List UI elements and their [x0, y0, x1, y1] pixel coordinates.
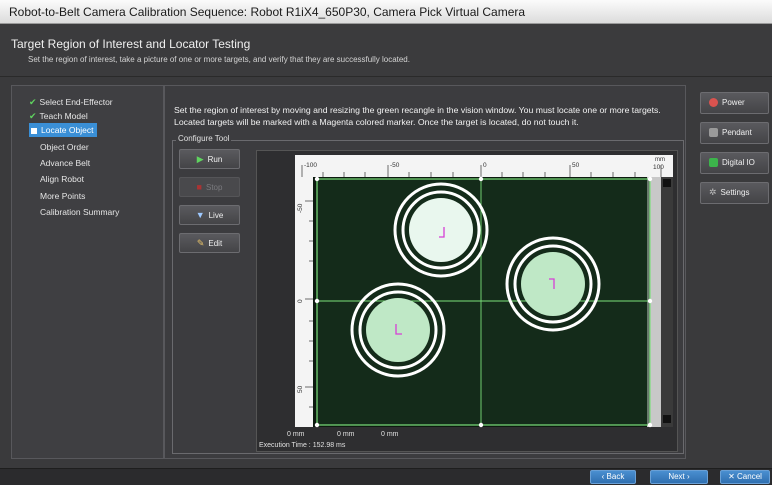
stop-icon: ■: [196, 182, 202, 192]
digital-io-label: Digital IO: [722, 158, 755, 167]
left-ruler-label: 50: [297, 385, 304, 393]
pendant-icon: [709, 128, 718, 138]
edit-icon: ✎: [196, 238, 205, 248]
pendant-button[interactable]: Pendant: [700, 122, 769, 144]
left-ruler-label: 0: [297, 299, 304, 303]
step-label: Object Order: [40, 142, 89, 152]
settings-label: Settings: [720, 188, 750, 197]
vision-window[interactable]: -100 -50 0 50 mm 100 -50 0 50 0 mm 0 mm …: [256, 150, 678, 452]
step-locate-object[interactable]: Locate Object: [29, 123, 98, 137]
coord-z-readout: 0 mm: [381, 431, 399, 438]
page-header: Target Region of Interest and Locator Te…: [0, 24, 772, 77]
current-step-icon: [31, 127, 37, 134]
scroll-up-arrow[interactable]: [663, 179, 671, 187]
configure-tool-label: Configure Tool: [176, 134, 232, 143]
step-label: More Points: [40, 191, 86, 201]
edit-button[interactable]: ✎ Edit: [179, 233, 240, 253]
power-label: Power: [722, 98, 745, 107]
next-label: Next: [668, 472, 685, 481]
power-icon: [709, 98, 718, 108]
window-title-bar: Robot-to-Belt Camera Calibration Sequenc…: [0, 0, 772, 24]
cancel-icon: ✕: [728, 472, 738, 481]
live-button-label: Live: [208, 211, 224, 220]
step-align-robot[interactable]: Align Robot: [40, 172, 84, 186]
digital-io-icon: [709, 158, 718, 168]
top-ruler-label: 0: [483, 162, 487, 169]
edit-button-label: Edit: [208, 239, 223, 248]
live-button[interactable]: ▼ Live: [179, 205, 240, 225]
step-label: Select End-Effector: [39, 97, 113, 107]
top-ruler-label: 100: [653, 164, 664, 171]
vertical-scrollbar[interactable]: [661, 177, 673, 427]
top-ruler-label: -100: [304, 162, 317, 169]
window-title: Robot-to-Belt Camera Calibration Sequenc…: [9, 5, 526, 19]
coord-x-readout: 0 mm: [287, 431, 305, 438]
step-label: Teach Model: [39, 111, 88, 121]
next-arrow-icon: ›: [684, 472, 690, 481]
camera-icon: ▼: [195, 210, 205, 220]
step-advance-belt[interactable]: Advance Belt: [40, 156, 90, 170]
check-icon: ✔: [29, 97, 37, 107]
step-label: Locate Object: [41, 125, 94, 135]
play-icon: ▶: [196, 154, 204, 164]
step-label: Advance Belt: [40, 158, 91, 168]
left-ruler-label: -50: [297, 203, 304, 213]
back-button[interactable]: ‹ Back: [590, 470, 636, 484]
cancel-label: Cancel: [737, 472, 762, 481]
stop-button-label: Stop: [205, 183, 223, 192]
step-select-end-effector[interactable]: ✔ Select End-Effector: [29, 95, 113, 109]
check-icon: ✔: [29, 111, 37, 121]
step-teach-model[interactable]: ✔ Teach Model: [29, 109, 88, 123]
cancel-button[interactable]: ✕ Cancel: [720, 470, 770, 484]
vision-canvas[interactable]: -100 -50 0 50 mm 100 -50 0 50 0 mm 0 mm …: [257, 151, 678, 452]
power-button[interactable]: Power: [700, 92, 769, 114]
next-button[interactable]: Next ›: [650, 470, 708, 484]
page-subtitle: Set the region of interest, take a pictu…: [28, 55, 410, 64]
execution-time: Execution Time : 152.98 ms: [259, 442, 346, 449]
settings-button[interactable]: ✲ Settings: [700, 182, 769, 204]
run-button[interactable]: ▶ Run: [179, 149, 240, 169]
step-calibration-summary[interactable]: Calibration Summary: [40, 205, 119, 219]
page-title: Target Region of Interest and Locator Te…: [11, 37, 251, 51]
step-more-points[interactable]: More Points: [40, 189, 85, 203]
settings-icon: ✲: [709, 187, 717, 198]
stop-button[interactable]: ■ Stop: [179, 177, 240, 197]
scroll-down-arrow[interactable]: [663, 415, 671, 423]
step-label: Align Robot: [40, 174, 84, 184]
run-button-label: Run: [207, 155, 223, 164]
pendant-label: Pendant: [722, 128, 752, 137]
top-ruler-label: -50: [390, 162, 400, 169]
back-label: Back: [606, 472, 625, 481]
digital-io-button[interactable]: Digital IO: [700, 152, 769, 174]
instructions-text: Set the region of interest by moving and…: [174, 105, 661, 127]
top-ruler-label: 50: [572, 162, 580, 169]
step-label: Calibration Summary: [40, 207, 120, 217]
ruler-unit: mm: [655, 157, 665, 163]
coord-y-readout: 0 mm: [337, 431, 355, 438]
step-object-order[interactable]: Object Order: [40, 140, 89, 154]
